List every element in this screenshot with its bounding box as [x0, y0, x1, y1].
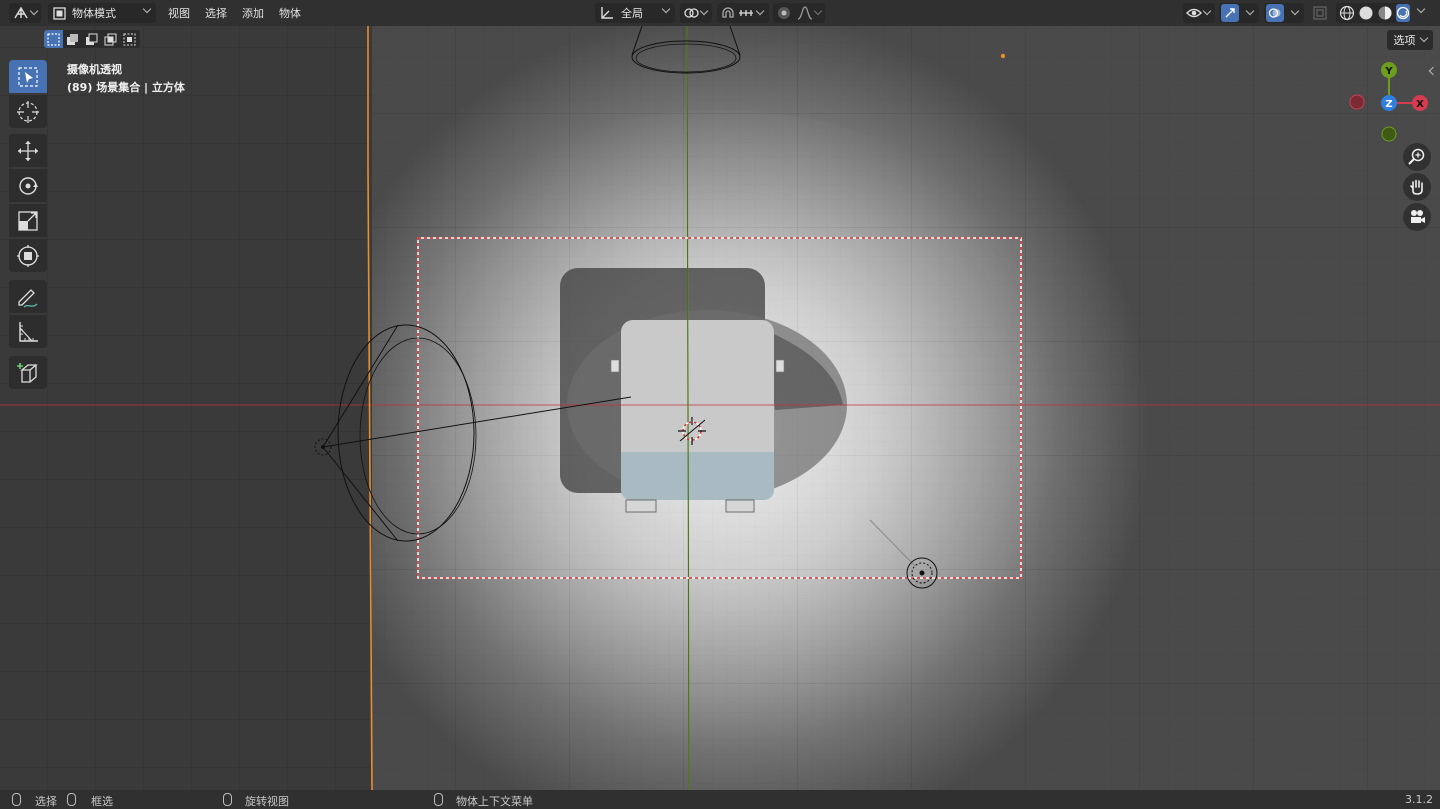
xray-icon[interactable]: [1312, 5, 1328, 21]
select-intersect-icon[interactable]: [120, 30, 139, 48]
tool-transform[interactable]: [9, 239, 47, 272]
pivot-point-dropdown[interactable]: [680, 3, 712, 23]
status-bar: 选择 框选 旋转视图 物体上下文菜单 3.1.2: [0, 790, 1440, 809]
pivot-icon: [683, 6, 699, 20]
options-label: 选项: [1393, 34, 1416, 47]
move-icon: [16, 139, 40, 163]
3d-viewport-icon: [13, 6, 29, 20]
status-rotate-view-label: 旋转视图: [245, 795, 289, 808]
mouse-middle-icon: [223, 793, 232, 806]
status-select-label: 选择: [35, 795, 57, 808]
rotate-icon: [16, 174, 40, 198]
snap-group: [717, 3, 769, 23]
chevron-down-icon: [1245, 6, 1255, 16]
chevron-down-icon: [1202, 6, 1212, 16]
x-axis-label: X: [1416, 99, 1424, 110]
material-preview-icon[interactable]: [1377, 5, 1393, 21]
wireframe-shading-icon[interactable]: [1339, 5, 1355, 21]
gizmo-toggle[interactable]: [1219, 3, 1259, 23]
menu-add[interactable]: 添加: [242, 5, 264, 21]
overlay-icon: [1266, 4, 1284, 22]
chevron-down-icon: [699, 6, 709, 16]
mode-dropdown[interactable]: 物体模式: [48, 3, 156, 23]
hand-pan-icon: [1408, 178, 1426, 196]
zoom-icon: [1408, 148, 1426, 166]
select-box-icon: [17, 66, 39, 88]
neg-y-axis-handle: [1381, 126, 1397, 142]
proportional-edit-icon[interactable]: [777, 6, 791, 20]
orientation-icon: [599, 6, 615, 20]
measure-ruler-icon: [16, 320, 40, 344]
tool-annotate[interactable]: [9, 280, 47, 313]
collection-info-label: (89) 场景集合 | 立方体: [67, 81, 185, 94]
snap-magnet-icon[interactable]: [720, 5, 736, 21]
chevron-down-icon: [1419, 33, 1428, 43]
zoom-button[interactable]: [1403, 143, 1431, 171]
gizmo-icon: [1221, 4, 1239, 22]
chevron-down-icon: [29, 6, 39, 16]
z-axis-label: Z: [1385, 99, 1392, 110]
viewport-scene: [0, 26, 1440, 790]
status-context-menu-label: 物体上下文菜单: [456, 795, 533, 808]
select-set-icon[interactable]: [44, 30, 63, 48]
view-name-label: 摄像机透视: [67, 63, 122, 76]
pan-button[interactable]: [1403, 173, 1431, 201]
tool-scale[interactable]: [9, 204, 47, 237]
chevron-down-icon: [661, 4, 671, 14]
solid-shading-icon[interactable]: [1358, 5, 1374, 21]
falloff-curve-icon[interactable]: [797, 6, 813, 20]
shading-chevron-down-icon[interactable]: [1416, 4, 1426, 14]
3d-viewport[interactable]: [0, 26, 1440, 790]
transform-icon: [16, 244, 40, 268]
snap-increment-icon[interactable]: [738, 6, 754, 20]
scale-icon: [16, 209, 40, 233]
tool-add-cube[interactable]: [9, 356, 47, 389]
visibility-dropdown[interactable]: [1183, 3, 1215, 23]
rendered-shading-icon[interactable]: [1396, 4, 1410, 22]
transform-orientation-dropdown[interactable]: 全局: [595, 3, 675, 23]
chevron-down-icon: [142, 4, 152, 14]
tool-cursor[interactable]: [9, 95, 47, 128]
tool-rotate[interactable]: [9, 169, 47, 202]
menu-view[interactable]: 视图: [168, 5, 190, 21]
tool-move[interactable]: [9, 134, 47, 167]
editor-type-button[interactable]: [9, 3, 41, 23]
select-subtract-icon[interactable]: [82, 30, 101, 48]
camera-view-icon: [1408, 208, 1426, 226]
chevron-down-icon: [1290, 6, 1300, 16]
select-extend-icon[interactable]: [63, 30, 82, 48]
orientation-label: 全局: [621, 7, 643, 20]
mouse-right-icon: [434, 793, 443, 806]
options-dropdown[interactable]: 选项: [1387, 30, 1433, 50]
neg-x-axis-handle: [1349, 94, 1365, 110]
proportional-edit-group: [773, 3, 825, 23]
navigation-gizmo[interactable]: Y X Z: [1344, 58, 1434, 148]
select-invert-icon[interactable]: [101, 30, 120, 48]
eye-icon: [1186, 6, 1202, 20]
object-mode-icon: [53, 6, 66, 20]
shading-mode-group: [1336, 3, 1410, 23]
overlay-toggle[interactable]: [1264, 3, 1304, 23]
tool-settings-bar: [0, 26, 1440, 52]
y-axis-label: Y: [1384, 66, 1393, 77]
tool-select-box[interactable]: [9, 60, 47, 93]
camera-view-button[interactable]: [1403, 203, 1431, 231]
select-mode-group: [44, 30, 140, 48]
menu-select[interactable]: 选择: [205, 5, 227, 21]
tool-measure[interactable]: [9, 315, 47, 348]
mode-label: 物体模式: [72, 7, 116, 20]
mouse-drag-icon: [67, 793, 76, 806]
menu-object[interactable]: 物体: [279, 5, 301, 21]
status-box-select-label: 框选: [91, 795, 113, 808]
chevron-down-icon[interactable]: [755, 6, 765, 16]
mouse-left-icon: [12, 793, 21, 806]
version-label: 3.1.2: [1405, 793, 1433, 806]
chevron-down-icon[interactable]: [813, 6, 823, 16]
cursor-icon: [16, 100, 40, 124]
viewport-header: 物体模式 视图 选择 添加 物体 全局: [0, 0, 1440, 26]
add-cube-icon: [16, 361, 40, 385]
annotate-pencil-icon: [16, 285, 40, 309]
